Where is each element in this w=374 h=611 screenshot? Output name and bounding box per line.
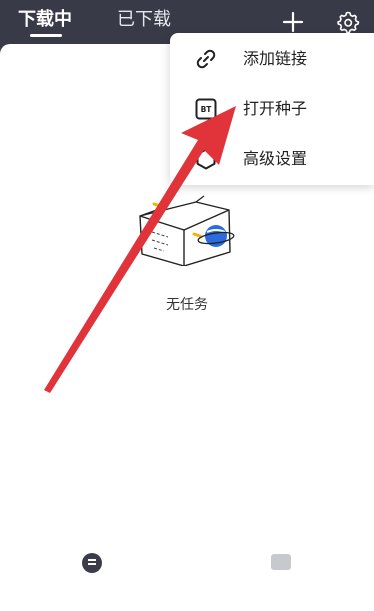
- menu-item-label: 高级设置: [243, 149, 308, 168]
- folder-icon[interactable]: [271, 554, 291, 570]
- menu-item-add-link[interactable]: 添加链接: [170, 34, 374, 84]
- menu-item-label: 添加链接: [243, 49, 308, 68]
- tab-downloaded[interactable]: 已下载: [117, 7, 171, 33]
- svg-text:BT: BT: [201, 105, 213, 114]
- empty-state-text: 无任务: [166, 297, 208, 313]
- gear-icon[interactable]: [336, 10, 360, 34]
- add-menu-dropdown: 添加链接 BT 打开种子 高级设置: [170, 33, 374, 185]
- menu-item-open-torrent[interactable]: BT 打开种子: [170, 84, 374, 134]
- empty-box-illustration: [139, 195, 235, 266]
- app-screen: 下载中 已下载 无任务 添加链接 BT 打开种子 高级设置: [0, 0, 374, 611]
- bt-torrent-icon: BT: [195, 98, 217, 120]
- hexagon-settings-icon: [196, 148, 216, 170]
- tab-downloading[interactable]: 下载中: [18, 7, 72, 33]
- download-list-icon[interactable]: [82, 553, 102, 573]
- active-tab-indicator: [30, 34, 62, 37]
- plus-icon[interactable]: [281, 10, 305, 34]
- menu-item-label: 打开种子: [243, 99, 308, 118]
- menu-item-advanced-settings[interactable]: 高级设置: [170, 134, 374, 184]
- link-icon: [196, 49, 216, 69]
